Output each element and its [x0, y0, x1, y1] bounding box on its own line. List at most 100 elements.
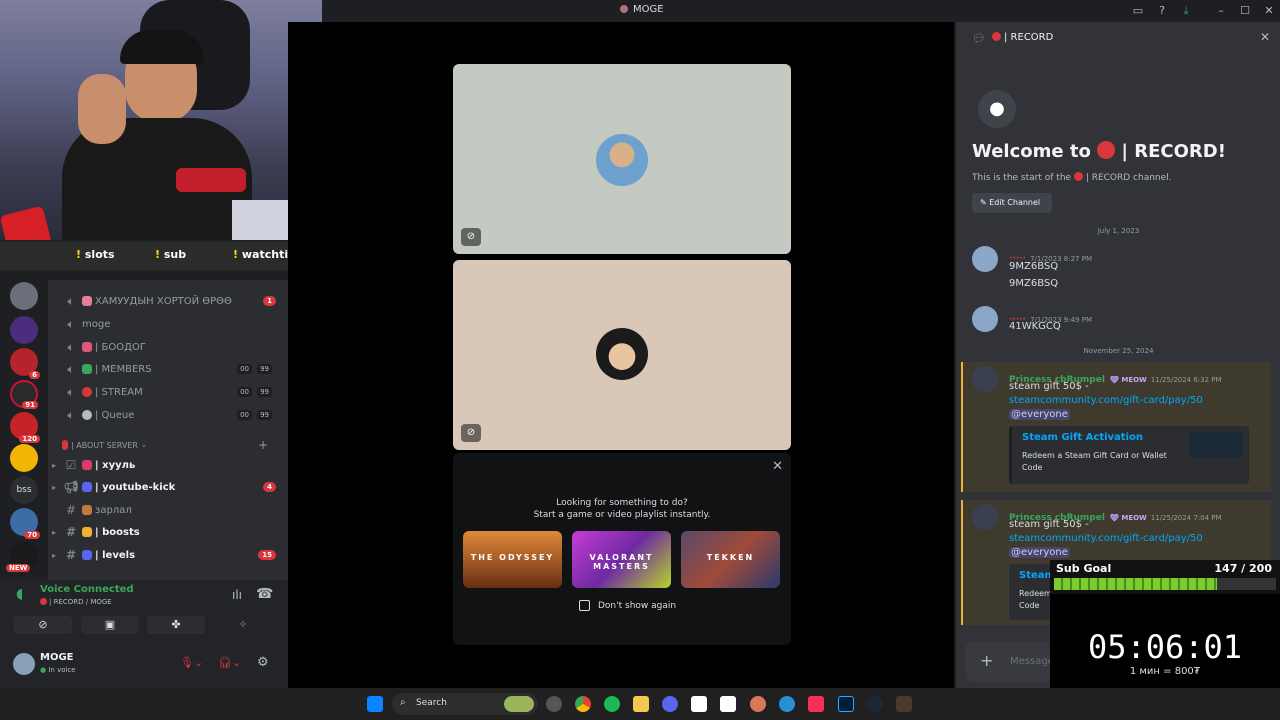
game-card[interactable]: VALORANT MASTERS — [572, 531, 671, 588]
text-channel[interactable]: ▸ ☑ | хууль — [48, 455, 280, 475]
hash-icon: # — [65, 525, 77, 539]
message-text: 9MZ6BSQ — [1009, 278, 1059, 289]
game-app-icon[interactable] — [896, 696, 912, 712]
capcut-icon[interactable] — [691, 696, 707, 712]
participant-tile[interactable]: ⊘ — [453, 64, 791, 254]
activities-icon: ✤ — [171, 618, 181, 631]
pencil-icon: ✎ — [980, 198, 987, 207]
server-icon[interactable] — [10, 282, 38, 310]
avatar[interactable] — [972, 306, 998, 332]
deafen-icon[interactable]: 🎧︎⌄ — [218, 656, 241, 669]
add-attachment-icon[interactable]: + — [980, 651, 993, 670]
game-card[interactable]: TEKKEN — [681, 531, 780, 588]
activities-button[interactable]: ✤ — [147, 616, 205, 634]
search-box[interactable]: ⌕ Search — [392, 693, 538, 715]
mute-icon[interactable]: 🎙︎⌄ — [180, 656, 203, 669]
search-icon: ⌕ — [400, 697, 406, 708]
game-card[interactable]: THE ODYSSEY — [463, 531, 562, 588]
mention[interactable]: @everyone — [1009, 547, 1070, 558]
signal-icon: ◖ — [16, 586, 24, 602]
avatar[interactable] — [972, 366, 998, 392]
message-placeholder: Message — [1010, 656, 1054, 667]
channel-emoji-icon — [82, 482, 92, 492]
muted-mic-icon: ⊘ — [461, 228, 481, 246]
category-about-server[interactable]: | ABOUT SERVER ⌄ + — [48, 435, 280, 455]
server-badge: 6 — [29, 371, 40, 379]
dont-show-label: Don't show again — [598, 601, 677, 611]
voice-channel[interactable]: 🔈︎ moge — [48, 314, 280, 334]
close-icon[interactable]: ✕ — [1260, 30, 1270, 44]
channel-emoji-icon — [40, 598, 47, 605]
music-icon[interactable] — [808, 696, 824, 712]
steam-thumbnail — [1189, 432, 1243, 458]
voice-channel[interactable]: 🔈︎ | БООДОГ — [48, 337, 280, 357]
claude-icon[interactable] — [750, 696, 766, 712]
avatar[interactable] — [972, 504, 998, 530]
avatar[interactable] — [13, 653, 35, 675]
folder-icon[interactable] — [633, 696, 649, 712]
command-sub: ! sub — [155, 248, 187, 261]
camera-off-button[interactable]: ⊘ — [14, 616, 72, 634]
taskbar: ⌕ Search — [0, 688, 1280, 720]
voice-location[interactable]: | RECORD / MOGE — [40, 598, 112, 606]
server-icon[interactable]: 120 — [10, 412, 40, 443]
server-icon[interactable] — [10, 316, 38, 344]
server-icon[interactable]: bss — [10, 476, 38, 504]
text-channel[interactable]: ▸ 📢︎ | youtube-kick 4 — [48, 477, 280, 497]
windows-start-icon[interactable] — [367, 696, 383, 712]
hash-icon: # — [65, 503, 77, 517]
gear-icon[interactable]: ⚙ — [257, 655, 269, 670]
channel-emoji-icon — [82, 505, 92, 515]
help-icon[interactable]: ? — [1155, 4, 1169, 18]
avatar[interactable] — [972, 246, 998, 272]
welcome-heading: Welcome to | RECORD! — [972, 141, 1226, 162]
embed-title[interactable]: Steam Gift Activation — [1022, 432, 1143, 443]
server-icon[interactable] — [10, 444, 38, 472]
voice-channel[interactable]: 🔈︎ | MEMBERS 00 99 — [48, 359, 280, 379]
speaker-icon: 🔈︎ — [67, 293, 75, 308]
server-icon[interactable]: NEW — [6, 542, 38, 572]
spotify-icon[interactable] — [604, 696, 620, 712]
hair-shape — [120, 30, 204, 64]
share-screen-button[interactable]: ▣ — [81, 616, 139, 634]
server-badge: 120 — [19, 435, 40, 443]
copilot-icon[interactable] — [779, 696, 795, 712]
dont-show-checkbox[interactable] — [579, 600, 590, 611]
activity-subheading: Start a game or video playlist instantly… — [533, 510, 711, 520]
server-icon[interactable]: 6 — [10, 348, 40, 379]
voice-channel[interactable]: 🔈︎ ХАМУУДЫН ХОРТОЙ ӨРӨӨ 1 — [48, 291, 280, 311]
activity-heading: Looking for something to do? — [556, 498, 688, 508]
noise-suppression-icon[interactable]: ılı — [232, 588, 242, 602]
inbox-icon[interactable]: ▭ — [1131, 4, 1145, 18]
notion-icon[interactable] — [720, 696, 736, 712]
task-view-icon[interactable] — [546, 696, 562, 712]
server-icon[interactable]: 91 — [10, 380, 38, 409]
maximize-icon[interactable]: ☐ — [1238, 4, 1252, 18]
server-icon[interactable]: 70 — [10, 508, 40, 539]
countdown-timer: 05:06:01 — [1087, 628, 1243, 666]
embed-card: Steam Gift Activation Redeem a Steam Gif… — [1009, 426, 1249, 484]
edit-channel-button[interactable]: ✎ Edit Channel — [972, 193, 1052, 213]
mention[interactable]: @everyone — [1009, 409, 1070, 420]
chrome-icon[interactable] — [575, 696, 591, 712]
voice-channel[interactable]: 🔈︎ | STREAM 00 99 — [48, 382, 280, 402]
unread-badge: 1 — [263, 296, 276, 306]
chat-commands-bar: ! slots ! sub ! watchtime — [0, 242, 330, 270]
download-icon[interactable]: ⤓ — [1179, 4, 1193, 18]
camera-off-icon: ⊘ — [38, 618, 48, 631]
add-channel-icon[interactable]: + — [258, 438, 268, 452]
participant-tile[interactable]: ⊘ — [453, 260, 791, 450]
photoshop-icon[interactable] — [838, 696, 854, 712]
close-window-icon[interactable]: ✕ — [1262, 4, 1276, 18]
discord-icon[interactable] — [662, 696, 678, 712]
steam-icon[interactable] — [867, 696, 883, 712]
text-channel[interactable]: # зарлал — [48, 500, 280, 520]
disconnect-icon[interactable]: ☎ — [256, 586, 273, 602]
close-icon[interactable]: ✕ — [772, 459, 783, 474]
minimize-icon[interactable]: – — [1214, 4, 1228, 18]
soundboard-button[interactable]: ✧ — [214, 616, 272, 634]
text-channel[interactable]: ▸ # | boosts — [48, 522, 280, 542]
sub-goal-count: 147 / 200 — [1214, 562, 1272, 575]
text-channel[interactable]: ▸ # | levels 15 — [48, 545, 280, 565]
voice-channel[interactable]: 🔈︎ | Queue 00 99 — [48, 405, 280, 425]
